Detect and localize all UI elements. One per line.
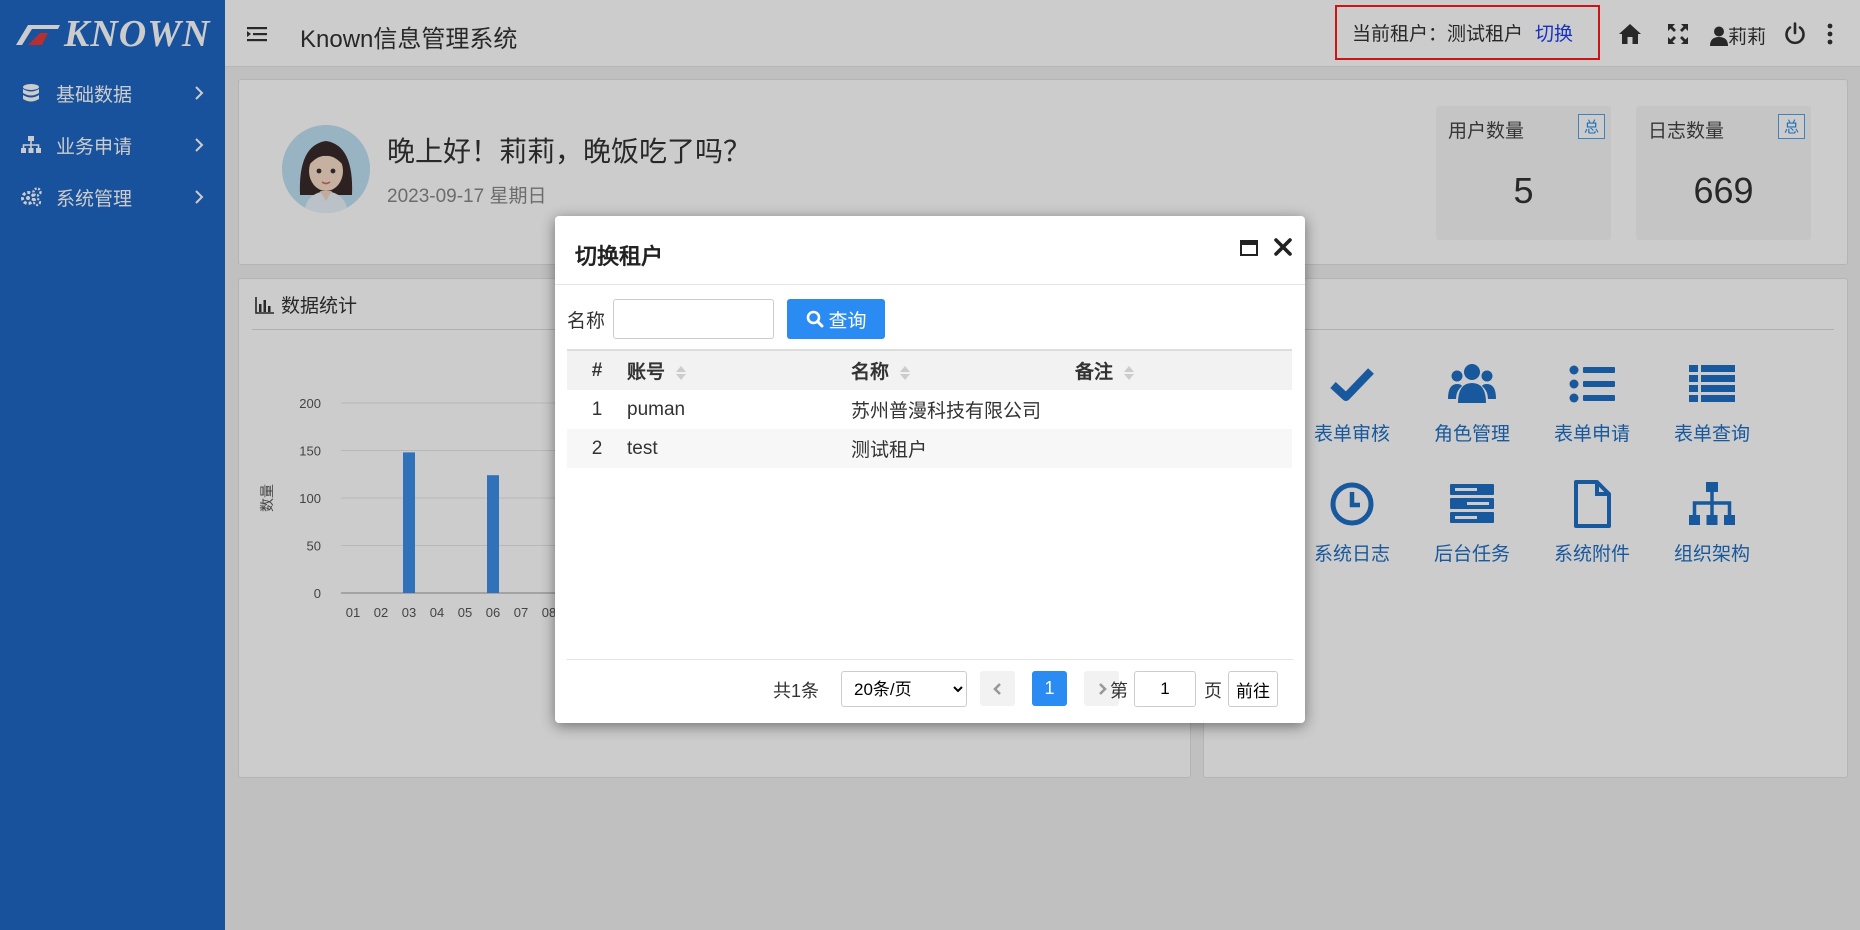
column-header-account[interactable]: 账号: [627, 349, 851, 390]
page-size-select[interactable]: 20条/页: [841, 671, 967, 707]
cell-index: 1: [591, 398, 603, 420]
page-number-input[interactable]: [1134, 671, 1196, 707]
pagination: 共1条 20条/页 1 第 页 前往: [567, 659, 1293, 714]
switch-tenant-dialog: 切换租户 名称 查询 # 账号 名称 备注 1 puman 苏州普漫科技有限公司: [555, 216, 1305, 723]
column-label: 账号: [627, 362, 666, 383]
table-header-row: # 账号 名称 备注: [567, 349, 1292, 390]
cell-name: 苏州普漫科技有限公司: [851, 401, 1042, 422]
chevron-left-icon: [992, 682, 1001, 695]
search-label: 名称: [567, 310, 606, 332]
prev-page-button[interactable]: [980, 671, 1015, 706]
dialog-header: 切换租户: [555, 216, 1305, 285]
cell-name: 测试租户: [851, 429, 1075, 468]
name-search-input[interactable]: [613, 299, 775, 339]
sort-icon: [900, 365, 911, 380]
close-icon[interactable]: [1271, 235, 1295, 259]
page-prefix: 第: [1110, 681, 1128, 701]
search-row: 名称 查询: [567, 299, 886, 339]
sort-icon: [1124, 365, 1135, 380]
chevron-right-icon: [1098, 682, 1107, 695]
search-icon: [806, 310, 823, 328]
column-header-note[interactable]: 备注: [1075, 349, 1292, 390]
cell-index: 2: [567, 429, 627, 468]
cell-account: test: [627, 429, 851, 468]
table-row[interactable]: 1 puman 苏州普漫科技有限公司: [567, 390, 1292, 429]
cell-note: [1075, 390, 1292, 429]
page-suffix: 页: [1204, 681, 1222, 701]
page-button-current[interactable]: 1: [1032, 671, 1067, 706]
column-label: 名称: [851, 362, 890, 383]
sort-icon: [676, 365, 687, 380]
column-header-name[interactable]: 名称: [851, 349, 1075, 390]
table-row[interactable]: 2 test 测试租户: [567, 429, 1292, 468]
goto-page-button[interactable]: 前往: [1228, 671, 1278, 707]
column-label: 备注: [1075, 362, 1114, 383]
cell-note: [1075, 429, 1292, 468]
search-button[interactable]: 查询: [787, 299, 886, 339]
total-count: 共1条: [773, 681, 820, 701]
dialog-title: 切换租户: [575, 244, 664, 269]
cell-account: puman: [627, 398, 686, 420]
search-button-label: 查询: [828, 310, 867, 332]
maximize-icon[interactable]: [1239, 238, 1259, 258]
tenant-table: # 账号 名称 备注 1 puman 苏州普漫科技有限公司 2 test 测试租…: [567, 349, 1292, 468]
column-header-index: #: [567, 349, 627, 390]
